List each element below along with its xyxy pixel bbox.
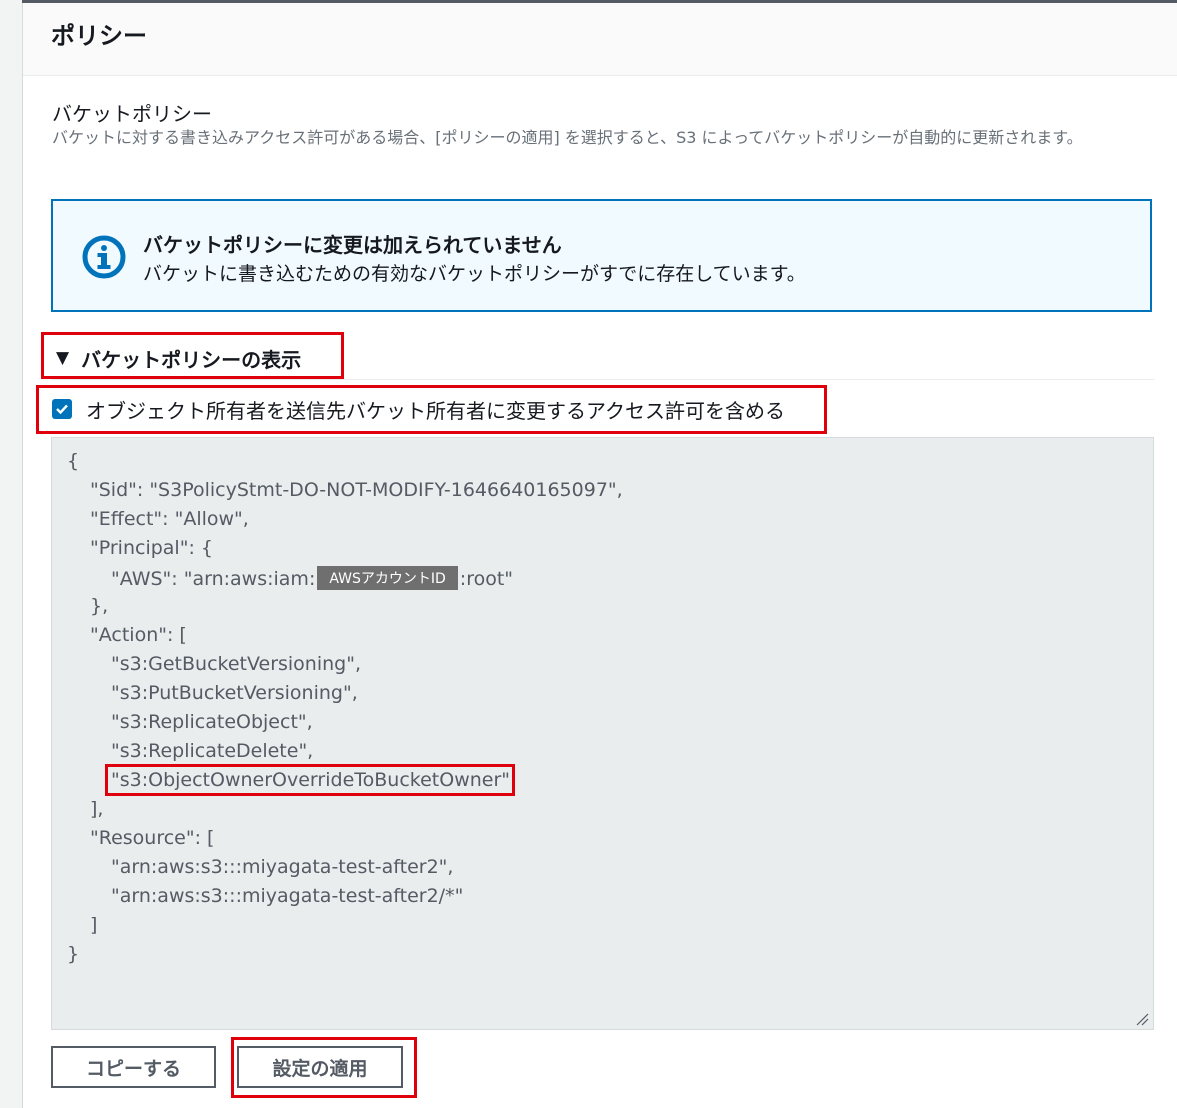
code-line-action: "s3:PutBucketVersioning", bbox=[111, 682, 358, 704]
code-line: }, bbox=[90, 595, 109, 617]
copy-button[interactable]: コピーする bbox=[51, 1046, 216, 1088]
aws-arn-suffix: :root" bbox=[459, 568, 514, 590]
owner-override-checkbox[interactable] bbox=[52, 399, 72, 419]
code-line: "Action": [ bbox=[90, 624, 187, 646]
info-alert-title: バケットポリシーに変更は加えられていません bbox=[143, 233, 562, 257]
code-line: } bbox=[67, 943, 80, 965]
code-line: { bbox=[67, 450, 80, 472]
owner-override-label: オブジェクト所有者を送信先バケット所有者に変更するアクセス許可を含める bbox=[86, 398, 785, 423]
expander-label: バケットポリシーの表示 bbox=[81, 347, 302, 372]
code-line-action: "s3:GetBucketVersioning", bbox=[111, 653, 362, 675]
bucket-policy-title: バケットポリシー bbox=[52, 102, 212, 126]
policy-page: ポリシー バケットポリシー バケットに対する書き込みアクセス許可がある場合、[ポ… bbox=[0, 0, 1177, 1108]
code-line: ], bbox=[90, 798, 104, 820]
code-line: "Sid": "S3PolicyStmt-DO-NOT-MODIFY-16466… bbox=[90, 479, 623, 501]
resize-handle-icon[interactable] bbox=[1135, 1012, 1149, 1026]
code-line-action: "s3:ReplicateObject", bbox=[111, 711, 313, 733]
code-line: "Principal": { bbox=[90, 537, 213, 559]
left-navigation-rail bbox=[0, 0, 23, 1108]
code-line-action: "s3:ReplicateDelete", bbox=[111, 740, 314, 762]
account-id-redaction: AWSアカウントID bbox=[317, 566, 458, 590]
code-line-resource: "arn:aws:s3:::miyagata-test-after2/*" bbox=[111, 885, 464, 907]
info-icon bbox=[82, 235, 126, 279]
info-alert: バケットポリシーに変更は加えられていません バケットに書き込むための有効なバケッ… bbox=[51, 199, 1152, 312]
show-bucket-policy-expander[interactable]: ▼ バケットポリシーの表示 bbox=[56, 340, 301, 376]
apply-settings-button[interactable]: 設定の適用 bbox=[237, 1046, 403, 1088]
info-alert-body: バケットに書き込むための有効なバケットポリシーがすでに存在しています。 bbox=[143, 263, 806, 285]
aws-arn-prefix: "AWS": "arn:aws:iam: bbox=[111, 568, 316, 590]
code-line: ] bbox=[90, 914, 98, 936]
bucket-policy-code-textarea[interactable]: { "Sid": "S3PolicyStmt-DO-NOT-MODIFY-164… bbox=[51, 437, 1154, 1030]
code-line-action-highlighted: "s3:ObjectOwnerOverrideToBucketOwner" bbox=[111, 769, 511, 791]
checkmark-icon bbox=[56, 404, 68, 415]
bucket-policy-description: バケットに対する書き込みアクセス許可がある場合、[ポリシーの適用] を選択すると… bbox=[52, 128, 1083, 147]
panel-header: ポリシー bbox=[23, 3, 1177, 76]
code-line-aws-principal: "AWS": "arn:aws:iam: AWSアカウントID:root" bbox=[111, 566, 513, 590]
code-line: "Effect": "Allow", bbox=[90, 508, 249, 530]
code-line-resource: "arn:aws:s3:::miyagata-test-after2", bbox=[111, 856, 454, 878]
section-divider bbox=[51, 379, 1154, 380]
caret-down-icon: ▼ bbox=[56, 348, 70, 368]
page-title: ポリシー bbox=[51, 22, 147, 50]
owner-override-option: オブジェクト所有者を送信先バケット所有者に変更するアクセス許可を含める bbox=[52, 393, 785, 425]
code-line: "Resource": [ bbox=[90, 827, 215, 849]
